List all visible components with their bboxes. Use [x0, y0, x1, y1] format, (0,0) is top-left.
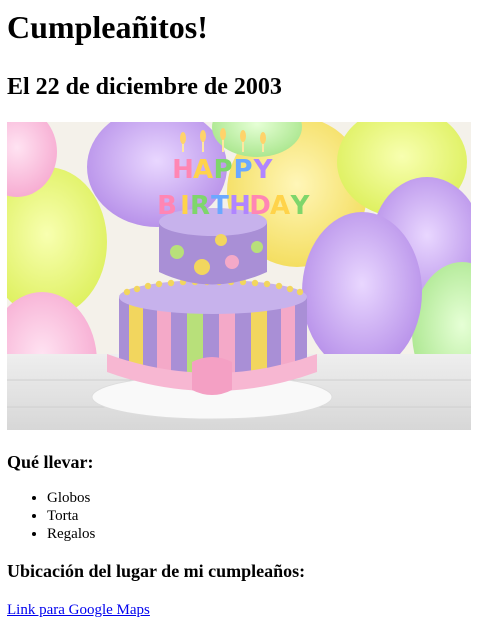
svg-text:A: A: [270, 191, 290, 221]
svg-text:D: D: [249, 191, 271, 221]
svg-text:H: H: [172, 155, 194, 185]
google-maps-link[interactable]: Link para Google Maps: [7, 601, 150, 619]
svg-text:H: H: [229, 191, 251, 221]
svg-text:P: P: [213, 155, 232, 185]
bring-list: Globos Torta Regalos: [7, 489, 471, 543]
page: Cumpleañitos! El 22 de diciembre de 2003: [0, 0, 478, 619]
svg-text:R: R: [190, 191, 210, 221]
svg-text:Y: Y: [290, 191, 311, 221]
bring-heading: Qué llevar:: [7, 452, 94, 472]
list-item: Globos: [47, 489, 471, 507]
page-title: Cumpleañitos!: [7, 9, 208, 45]
svg-text:I: I: [180, 191, 190, 221]
list-item: Regalos: [47, 525, 471, 543]
location-heading: Ubicación del lugar de mi cumpleaños:: [7, 561, 306, 581]
svg-text:Y: Y: [253, 155, 274, 185]
event-date: El 22 de diciembre de 2003: [7, 74, 282, 100]
svg-text:B: B: [157, 191, 177, 221]
list-item: Torta: [47, 507, 471, 525]
svg-text:T: T: [211, 191, 229, 221]
svg-text:P: P: [233, 155, 252, 185]
birthday-cake-image: H A P P Y B I R T H D A Y: [7, 122, 471, 430]
svg-text:A: A: [193, 155, 213, 185]
